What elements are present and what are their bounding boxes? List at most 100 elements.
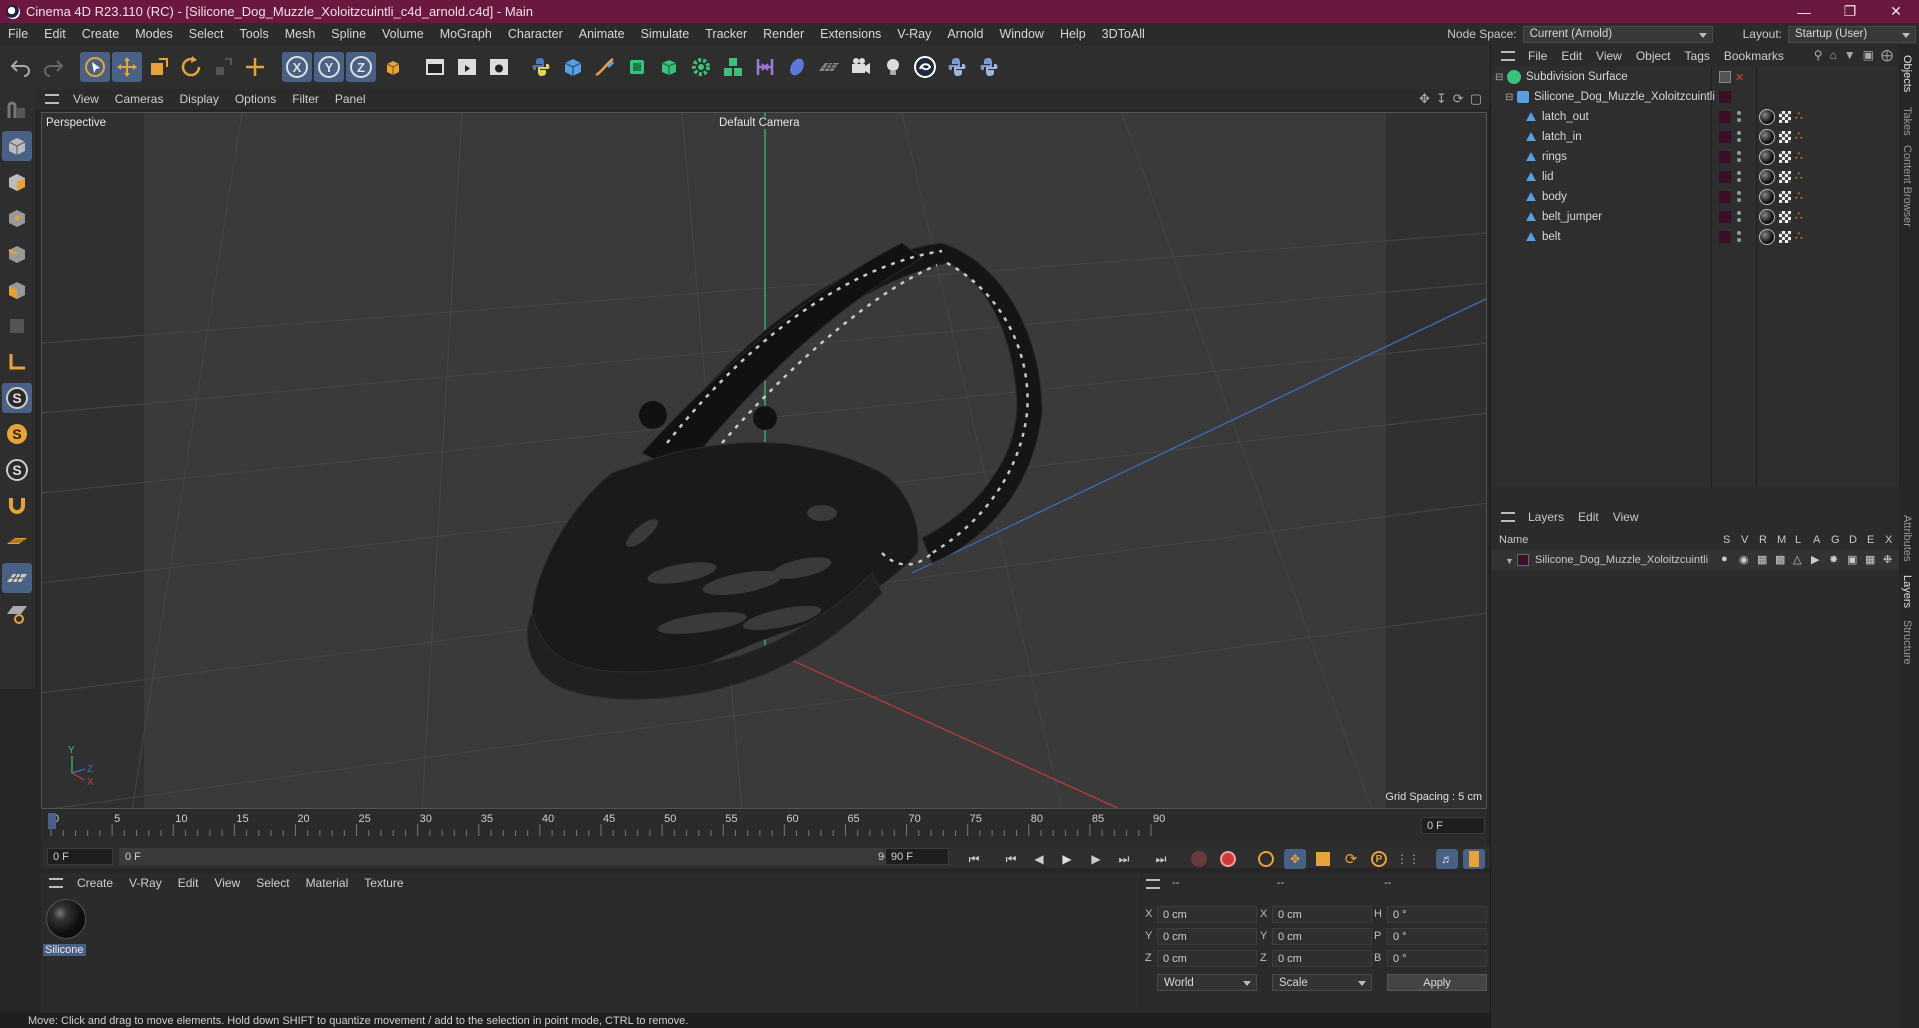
phong-tag-icon[interactable]: ∴ <box>1795 229 1803 243</box>
layer-solo-icon[interactable]: ● <box>1721 553 1728 565</box>
layer-animation-icon[interactable]: ▶ <box>1811 553 1819 566</box>
layer-color-swatch[interactable] <box>1719 231 1731 243</box>
minimize-icon[interactable]: — <box>1781 0 1827 23</box>
layers-menu-view[interactable]: View <box>1606 510 1646 524</box>
layer-color-swatch[interactable] <box>1719 151 1731 163</box>
menu-window[interactable]: Window <box>991 27 1051 41</box>
layer-xref-icon[interactable]: ❉ <box>1883 553 1892 566</box>
viewport-menu-display[interactable]: Display <box>171 92 226 106</box>
material-tag-icon[interactable] <box>1759 169 1775 185</box>
light-button[interactable] <box>878 52 908 82</box>
object-row-child[interactable]: belt ∴ <box>1491 227 1900 247</box>
layer-manager-icon[interactable]: ▩ <box>1775 553 1785 566</box>
scope-icon[interactable]: ▣ <box>1863 48 1874 62</box>
layer-render-icon[interactable]: ▦ <box>1757 553 1767 566</box>
axis-z-button[interactable]: Z <box>346 52 376 82</box>
key-rotation-button[interactable]: ⟳ <box>1340 849 1362 869</box>
motion-system-button[interactable]: ♬ <box>1436 849 1458 869</box>
menu-animate[interactable]: Animate <box>571 27 633 41</box>
object-row-child[interactable]: rings ∴ <box>1491 147 1900 167</box>
filter-icon[interactable]: ▼ <box>1844 48 1856 62</box>
rotate-tool-button[interactable] <box>176 52 206 82</box>
close-icon[interactable]: ✕ <box>1873 0 1919 23</box>
objects-menu-view[interactable]: View <box>1589 49 1629 63</box>
uvw-tag-icon[interactable] <box>1779 231 1791 243</box>
maximize-icon[interactable]: ❐ <box>1827 0 1873 23</box>
material-tag-icon[interactable] <box>1759 209 1775 225</box>
layer-lock-icon[interactable]: △ <box>1793 553 1801 566</box>
prev-frame-button[interactable]: ◀ <box>1028 849 1050 869</box>
python-button[interactable] <box>526 52 556 82</box>
camera-button[interactable] <box>846 52 876 82</box>
uvw-tag-icon[interactable] <box>1779 191 1791 203</box>
viewport-menu-panel[interactable]: Panel <box>327 92 374 106</box>
material-menu-view[interactable]: View <box>206 876 248 890</box>
viewport-rotate-icon[interactable]: ⟳ <box>1453 91 1464 107</box>
key-scale-button[interactable] <box>1312 849 1334 869</box>
menu-simulate[interactable]: Simulate <box>633 27 698 41</box>
viewport-maximize-icon[interactable]: ▢ <box>1470 91 1482 107</box>
object-row-child[interactable]: body ∴ <box>1491 187 1900 207</box>
objects-menu-tags[interactable]: Tags <box>1678 49 1717 63</box>
viewport-menu-options[interactable]: Options <box>227 92 284 106</box>
uvw-tag-icon[interactable] <box>1779 211 1791 223</box>
tab-content-browser[interactable]: Content Browser <box>1901 145 1913 227</box>
coordinate-system-button[interactable] <box>378 52 408 82</box>
object-row-group[interactable]: ⊟ Silicone_Dog_Muzzle_Xoloitzcuintli <box>1491 87 1900 107</box>
coord-position-y-field[interactable]: 0 cm <box>1157 928 1257 945</box>
menu-tracker[interactable]: Tracker <box>697 27 755 41</box>
menu-edit[interactable]: Edit <box>36 27 74 41</box>
move-tool-button[interactable] <box>112 52 142 82</box>
viewport-camera-label[interactable]: Default Camera <box>717 117 802 129</box>
goto-end-button[interactable]: ⏭ <box>1150 849 1172 869</box>
layer-color-swatch[interactable] <box>1719 131 1731 143</box>
timeline-ruler[interactable]: 0 5 10 15 20 25 30 35 40 45 50 55 60 65 70 75 80 85 90 0 F <box>41 810 1487 846</box>
snap-button[interactable]: S <box>2 383 32 413</box>
layers-hamburger-icon[interactable] <box>1501 512 1515 522</box>
objects-menu-bookmarks[interactable]: Bookmarks <box>1717 49 1791 63</box>
current-frame-field[interactable]: 0 F <box>1421 817 1485 834</box>
muzzle-model[interactable] <box>526 242 1043 700</box>
coord-position-x-field[interactable]: 0 cm <box>1157 906 1257 923</box>
phong-tag-icon[interactable]: ∴ <box>1795 189 1803 203</box>
search-icon[interactable]: ⚲ <box>1814 48 1823 62</box>
phong-tag-icon[interactable]: ∴ <box>1795 149 1803 163</box>
viewport-move-icon[interactable]: ✥ <box>1419 91 1430 107</box>
tab-layers[interactable]: Layers <box>1901 575 1913 608</box>
phong-tag-icon[interactable]: ∴ <box>1795 169 1803 183</box>
layer-row[interactable]: ▼ Silicone_Dog_Muzzle_Xoloitzcuintli ● ◉ ▦… <box>1491 550 1900 570</box>
viewport-menu-filter[interactable]: Filter <box>284 92 327 106</box>
recent-tool-button[interactable] <box>208 52 238 82</box>
coord-world-dropdown[interactable]: World <box>1157 974 1257 991</box>
layer-color-swatch[interactable] <box>1719 211 1731 223</box>
object-row-child[interactable]: lid ∴ <box>1491 167 1900 187</box>
menu-modes[interactable]: Modes <box>127 27 181 41</box>
coord-rotation-h-field[interactable]: 0 ° <box>1387 906 1487 923</box>
visibility-dots-icon[interactable] <box>1737 111 1741 122</box>
python-script-button-1[interactable] <box>942 52 972 82</box>
coord-rotation-p-field[interactable]: 0 ° <box>1387 928 1487 945</box>
layer-color-swatch[interactable] <box>1719 191 1731 203</box>
layer-color-swatch[interactable] <box>1719 171 1731 183</box>
material-thumbnail[interactable] <box>46 899 86 939</box>
frame-range-slider[interactable]: 0 F 90 F <box>119 848 909 865</box>
coord-hamburger-icon[interactable] <box>1146 879 1160 889</box>
points-mode-button[interactable] <box>2 203 32 233</box>
spline-pen-button[interactable] <box>590 52 620 82</box>
layer-color-swatch[interactable] <box>1719 111 1731 123</box>
object-row-child[interactable]: belt_jumper ∴ <box>1491 207 1900 227</box>
uv-mode-button[interactable] <box>2 311 32 341</box>
subdivision-button[interactable] <box>622 52 652 82</box>
tab-objects[interactable]: Objects <box>1901 55 1913 92</box>
layer-color-swatch[interactable] <box>1719 91 1731 103</box>
deformer-button[interactable] <box>750 52 780 82</box>
visibility-dots-icon[interactable] <box>1737 151 1741 162</box>
layer-deformer-icon[interactable]: ▣ <box>1847 553 1857 566</box>
uvw-tag-icon[interactable] <box>1779 151 1791 163</box>
end-frame-field[interactable]: 90 F <box>885 848 949 865</box>
cube-object-button[interactable] <box>558 52 588 82</box>
polygons-mode-button[interactable] <box>2 275 32 305</box>
render-settings-button[interactable] <box>484 52 514 82</box>
snap-settings-button[interactable]: S <box>2 419 32 449</box>
visibility-dots-icon[interactable] <box>1737 131 1741 142</box>
